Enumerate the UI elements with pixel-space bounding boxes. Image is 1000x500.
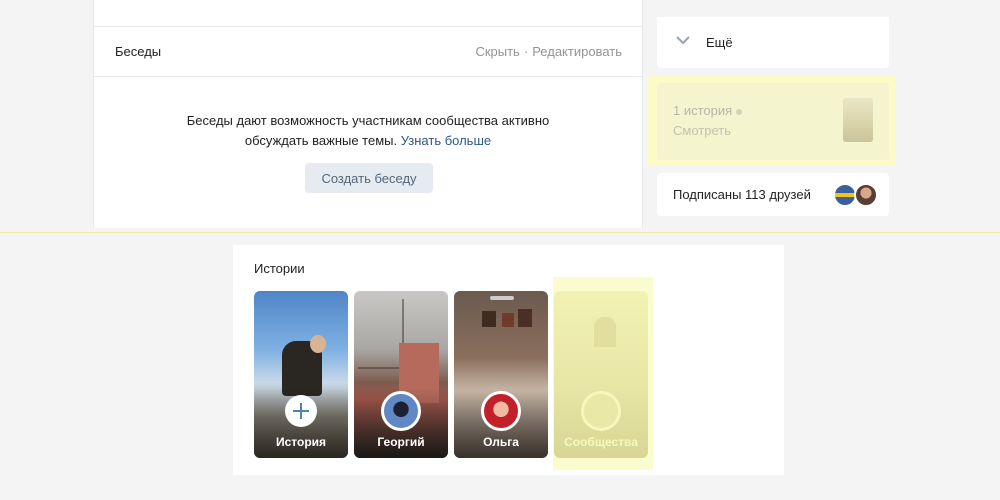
story-image-figure [310,335,326,353]
story-tile-georgiy[interactable]: Георгий [354,291,448,458]
story-tile-add[interactable]: История [254,291,348,458]
plus-icon[interactable] [285,395,317,427]
top-panel: Беседы Скрыть · Редактировать Беседы дают … [0,0,1000,232]
story-image-frame [518,309,532,327]
story-tile-communities[interactable]: Сообщества [554,291,648,458]
story-label: История [275,435,327,449]
story-label: Георгий [377,435,425,449]
separator-dot: · [523,44,529,59]
avatar [481,391,521,431]
story-card[interactable]: 1 история Смотреть [657,83,889,160]
divider [94,26,642,27]
friends-subscribed-text: Подписаны 113 друзей [673,187,811,202]
story-image-frame [482,311,496,327]
conversations-card: Беседы Скрыть · Редактировать Беседы дают … [93,0,643,228]
story-count-text: 1 история [673,103,733,118]
stories-title: Истории [254,261,305,276]
story-thumbnail[interactable] [843,98,873,142]
conversations-actions: Скрыть · Редактировать [475,44,622,59]
more-label: Ещё [706,35,733,50]
online-dot-icon [736,108,743,115]
friends-card[interactable]: Подписаны 113 друзей [657,173,889,216]
more-menu-card[interactable]: Ещё [657,17,889,68]
conversations-title: Беседы [115,44,162,59]
story-label: Ольга [483,435,519,449]
story-label: Сообщества [564,435,638,449]
story-image-dome [594,317,616,347]
edit-link[interactable]: Редактировать [532,44,622,59]
learn-more-link[interactable]: Узнать больше [401,133,491,148]
watch-link[interactable]: Смотреть [673,123,731,138]
chevron-down-icon [676,36,690,45]
description-line-1: Беседы дают возможность участникам сообщ… [186,113,550,128]
story-progress-bar [490,296,514,300]
conversations-description: Беседы дают возможность участникам сообщ… [94,111,642,151]
section-divider [0,232,1000,233]
create-conversation-button[interactable]: Создать беседу [305,163,433,193]
divider [94,76,642,77]
story-count: 1 история [673,103,743,118]
avatar [381,391,421,431]
story-image-tree [358,299,404,369]
description-line-2: обсуждать важные темы. [244,133,398,148]
friend-avatar [854,183,878,207]
story-image-frame [502,313,514,327]
community-avatar [581,391,621,431]
stories-card: Истории История Георгий Ольга Сообщества [233,245,784,475]
hide-link[interactable]: Скрыть [475,44,519,59]
story-tile-olga[interactable]: Ольга [454,291,548,458]
